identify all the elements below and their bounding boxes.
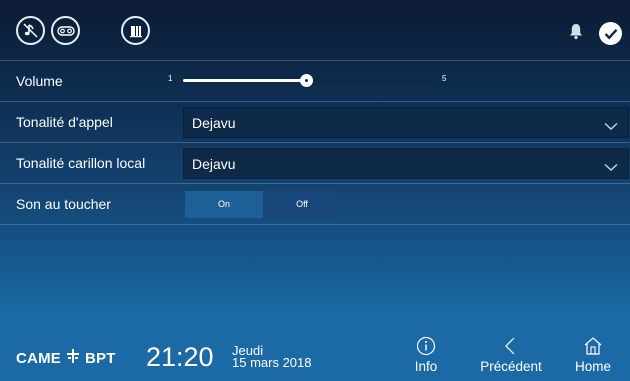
chevron-down-icon (604, 159, 618, 177)
date-full: 15 mars 2018 (232, 355, 312, 370)
previous-label: Précédent (480, 359, 542, 374)
brand-separator-icon (66, 349, 79, 367)
door-icon (128, 23, 144, 39)
volume-max-label: 5 (442, 74, 447, 83)
call-tone-select[interactable]: Dejavu (183, 107, 629, 138)
home-icon (566, 336, 620, 356)
call-tone-label: Tonalité d'appel (16, 114, 113, 130)
chevron-down-icon (604, 118, 618, 136)
local-chime-label: Tonalité carillon local (16, 155, 146, 171)
brand-bpt: BPT (84, 349, 116, 367)
volume-slider[interactable] (183, 74, 429, 87)
chevron-left-icon (470, 336, 552, 356)
info-icon (402, 336, 450, 356)
check-circle-icon (599, 22, 622, 45)
brand-logo: CAME BPT (16, 349, 116, 367)
door-button[interactable] (121, 16, 150, 45)
settings-screen: Volume 1 5 Tonalité d'appel Dejavu Tonal… (0, 0, 630, 381)
info-label: Info (414, 359, 438, 374)
local-chime-value: Dejavu (192, 156, 236, 172)
previous-button[interactable]: Précédent (470, 336, 552, 380)
home-button[interactable]: Home (566, 336, 620, 380)
volume-label: Volume (16, 73, 63, 89)
call-tone-row: Tonalité d'appel Dejavu (0, 101, 630, 142)
volume-slider-handle[interactable] (300, 74, 313, 87)
bottom-bar: CAME BPT 21:20 Jeudi 15 mars 2018 Info P… (0, 330, 630, 381)
brand-came: CAME (16, 349, 61, 367)
top-bar (0, 0, 630, 60)
voicemail-icon (56, 25, 75, 37)
local-chime-select[interactable]: Dejavu (183, 148, 629, 179)
ringtone-mute-icon (22, 22, 39, 39)
ringtone-mute-button[interactable] (16, 16, 45, 45)
info-button[interactable]: Info (402, 336, 450, 380)
volume-min-label: 1 (168, 74, 173, 83)
touch-sound-on-button[interactable]: On (185, 191, 263, 218)
voicemail-button[interactable] (51, 16, 80, 45)
clock-time: 21:20 (146, 342, 214, 372)
touch-sound-label: Son au toucher (16, 196, 111, 212)
touch-sound-off-button[interactable]: Off (263, 191, 341, 218)
call-tone-value: Dejavu (192, 115, 236, 131)
home-label: Home (574, 359, 611, 374)
local-chime-row: Tonalité carillon local Dejavu (0, 142, 630, 183)
volume-row: Volume 1 5 (0, 60, 630, 101)
touch-sound-toggle: On Off (185, 191, 341, 218)
volume-slider-fill (183, 79, 306, 82)
bell-icon (569, 23, 583, 45)
touch-sound-row: Son au toucher On Off (0, 183, 630, 225)
date-block: Jeudi 15 mars 2018 (232, 344, 312, 370)
